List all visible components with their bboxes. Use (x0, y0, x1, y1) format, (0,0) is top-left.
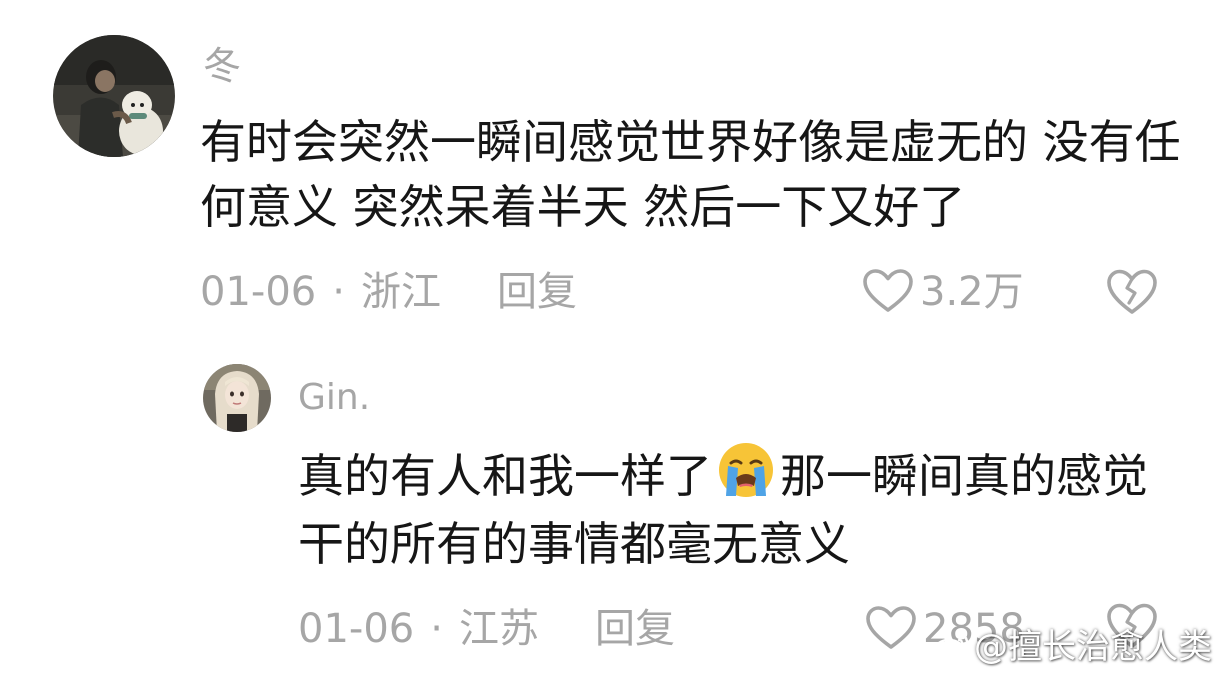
comment-username[interactable]: 冬 (203, 44, 241, 88)
comment-text: 有时会突然一瞬间感觉世界好像是虚无的 没有任何意义 突然呆着半天 然后一下又好了 (200, 115, 1181, 234)
loudly-crying-face-emoji (714, 440, 778, 500)
reply-button[interactable]: 回复 (595, 603, 675, 655)
dislike-button[interactable] (1106, 268, 1158, 316)
crying-face-icon (719, 443, 773, 497)
comment-text-part: 真的有人和我一样了 (298, 449, 712, 503)
meta-separator: · (430, 606, 443, 652)
like-button[interactable]: 3.2万 (862, 266, 1024, 318)
avatar[interactable] (53, 35, 175, 157)
watermark-text: @擅长治愈人类 (974, 627, 1212, 667)
comment-username[interactable]: Gin. (298, 376, 370, 420)
broken-heart-icon (1107, 269, 1157, 314)
comment-meta: 01-06 · 浙江 回复 (200, 266, 577, 318)
weibo-icon (932, 630, 972, 662)
comment-date: 01-06 (298, 606, 415, 652)
comment-location: 浙江 (360, 269, 441, 315)
comment-meta: 01-06 · 江苏 回复 (298, 603, 675, 655)
meta-separator: · (332, 269, 345, 315)
heart-outline-icon (863, 269, 913, 312)
like-count: 3.2万 (920, 269, 1024, 315)
avatar-photo (53, 35, 175, 157)
heart-outline-icon (866, 606, 916, 649)
comment-date: 01-06 (200, 269, 317, 315)
reply-button[interactable]: 回复 (497, 266, 577, 318)
comment-text: 真的有人和我一样了 那一瞬间真的感觉干的所有的事情都毫无意义 (298, 440, 1178, 578)
watermark: @擅长治愈人类 (932, 627, 1212, 667)
avatar[interactable] (203, 364, 271, 432)
avatar-photo (203, 364, 271, 432)
comment-location: 江苏 (458, 606, 539, 652)
